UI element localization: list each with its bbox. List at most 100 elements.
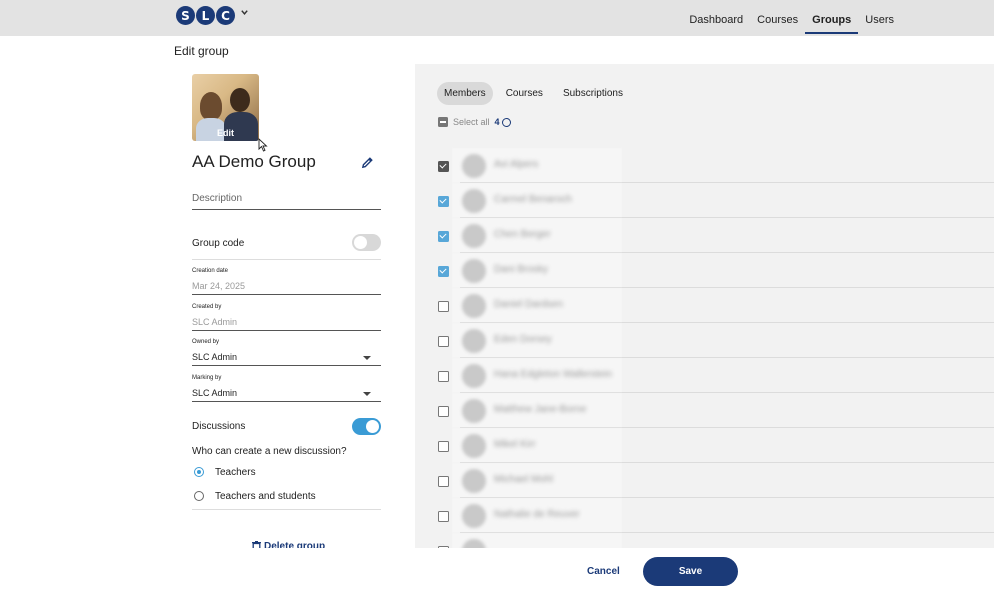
- avatar: [462, 364, 486, 388]
- radio-teachers[interactable]: [194, 467, 204, 477]
- selected-count-badge: 4: [495, 117, 511, 127]
- divider: [192, 259, 381, 260]
- marking-by-label: Marking by: [192, 375, 222, 381]
- marking-by-select[interactable]: SLC Admin: [192, 388, 381, 402]
- member-row[interactable]: Hana Edgleton Wallerstein: [438, 358, 994, 393]
- member-row[interactable]: Nathalie de Reuver: [438, 498, 994, 533]
- group-photo[interactable]: Edit: [192, 74, 259, 141]
- member-checkbox[interactable]: [438, 231, 449, 242]
- mouse-cursor-icon: [258, 137, 268, 152]
- photo-edit-label[interactable]: Edit: [192, 128, 259, 138]
- member-row[interactable]: Michael Mohl: [438, 463, 994, 498]
- group-code-toggle[interactable]: [352, 234, 381, 251]
- owned-by-value: SLC Admin: [192, 352, 238, 362]
- logo-letter-l: L: [196, 6, 215, 25]
- avatar: [462, 504, 486, 528]
- selected-count: 4: [494, 117, 500, 127]
- logo-letter-c: C: [216, 6, 235, 25]
- member-checkbox[interactable]: [438, 336, 449, 347]
- radio-teachers-and-students-label[interactable]: Teachers and students: [215, 491, 316, 502]
- tab-members[interactable]: Members: [437, 82, 493, 105]
- nav-courses[interactable]: Courses: [757, 14, 798, 30]
- group-name: AA Demo Group: [192, 152, 316, 171]
- edit-name-pencil-icon[interactable]: [361, 156, 374, 169]
- creation-date-label: Creation date: [192, 268, 229, 274]
- group-code-label: Group code: [192, 238, 245, 249]
- created-by-label: Created by: [192, 304, 222, 310]
- avatar: [462, 294, 486, 318]
- avatar: [462, 469, 486, 493]
- member-checkbox[interactable]: [438, 441, 449, 452]
- photo-person-right: [230, 88, 250, 112]
- avatar: [462, 224, 486, 248]
- select-all-row: Select all 4: [438, 117, 511, 127]
- member-name: Mikel Kirr: [494, 439, 536, 450]
- tab-courses[interactable]: Courses: [499, 82, 550, 105]
- top-bar: S L C Dashboard Courses Groups Users: [0, 0, 994, 36]
- nav-dashboard[interactable]: Dashboard: [689, 14, 743, 30]
- avatar: [462, 399, 486, 423]
- discussions-toggle[interactable]: [352, 418, 381, 435]
- radio-teachers-and-students[interactable]: [194, 491, 204, 501]
- member-name: Daniel Dardsen: [494, 299, 563, 310]
- member-row[interactable]: Mikel Kirr: [438, 428, 994, 463]
- page-title: Edit group: [174, 44, 229, 58]
- nav-groups[interactable]: Groups: [805, 14, 859, 34]
- logo-letter-s: S: [176, 6, 195, 25]
- avatar: [462, 434, 486, 458]
- created-by-field: SLC Admin: [192, 317, 381, 331]
- panel-tabs: Members Courses Subscriptions: [437, 82, 636, 105]
- member-name: Eden Dorsey: [494, 334, 552, 345]
- member-checkbox[interactable]: [438, 301, 449, 312]
- toggle-knob: [354, 236, 367, 249]
- member-checkbox[interactable]: [438, 511, 449, 522]
- main-nav: Dashboard Courses Groups Users: [689, 14, 894, 34]
- select-all-checkbox[interactable]: [438, 117, 448, 127]
- dropdown-caret-icon: [363, 392, 371, 396]
- radio-teachers-label[interactable]: Teachers: [215, 467, 256, 478]
- member-row[interactable]: Avi Alpers: [438, 148, 994, 183]
- member-name: Avi Alpers: [494, 159, 539, 170]
- member-name: Carmel Benaroch: [494, 194, 572, 205]
- member-name: Chen Berger: [494, 229, 551, 240]
- member-name: Nathalie de Reuver: [494, 509, 580, 520]
- member-row[interactable]: Chen Berger: [438, 218, 994, 253]
- owned-by-select[interactable]: SLC Admin: [192, 352, 381, 366]
- member-name: Dani Brosky: [494, 264, 548, 275]
- user-circle-icon: [501, 117, 511, 127]
- save-button[interactable]: Save: [643, 557, 738, 586]
- member-row[interactable]: Matthew Jane-Borne: [438, 393, 994, 428]
- member-row[interactable]: Carmel Benaroch: [438, 183, 994, 218]
- select-all-label[interactable]: Select all: [453, 117, 490, 127]
- member-row[interactable]: Daniel Dardsen: [438, 288, 994, 323]
- owned-by-label: Owned by: [192, 339, 220, 345]
- marking-by-value: SLC Admin: [192, 388, 238, 398]
- member-checkbox[interactable]: [438, 476, 449, 487]
- dropdown-caret-icon: [363, 356, 371, 360]
- members-list: Avi Alpers Carmel Benaroch Chen Berger Dani…: [438, 148, 994, 568]
- member-checkbox[interactable]: [438, 196, 449, 207]
- slc-logo[interactable]: S L C: [176, 6, 235, 25]
- member-name: Michael Mohl: [494, 474, 553, 485]
- member-name: Matthew Jane-Borne: [494, 404, 587, 415]
- discussion-permission-question: Who can create a new discussion?: [192, 446, 347, 457]
- creation-date-field: Mar 24, 2025: [192, 281, 381, 295]
- nav-users[interactable]: Users: [865, 14, 894, 30]
- discussions-label: Discussions: [192, 421, 246, 432]
- avatar: [462, 259, 486, 283]
- toggle-knob: [366, 420, 379, 433]
- description-field[interactable]: Description: [192, 193, 381, 210]
- member-row[interactable]: Eden Dorsey: [438, 323, 994, 358]
- cancel-button[interactable]: Cancel: [587, 566, 620, 577]
- member-name: Hana Edgleton Wallerstein: [494, 369, 613, 380]
- chevron-down-icon[interactable]: [240, 8, 249, 20]
- member-checkbox[interactable]: [438, 161, 449, 172]
- member-checkbox[interactable]: [438, 406, 449, 417]
- photo-person-left: [200, 92, 222, 120]
- bottom-action-bar: [0, 548, 994, 594]
- avatar: [462, 189, 486, 213]
- member-checkbox[interactable]: [438, 371, 449, 382]
- tab-subscriptions[interactable]: Subscriptions: [556, 82, 630, 105]
- member-checkbox[interactable]: [438, 266, 449, 277]
- member-row[interactable]: Dani Brosky: [438, 253, 994, 288]
